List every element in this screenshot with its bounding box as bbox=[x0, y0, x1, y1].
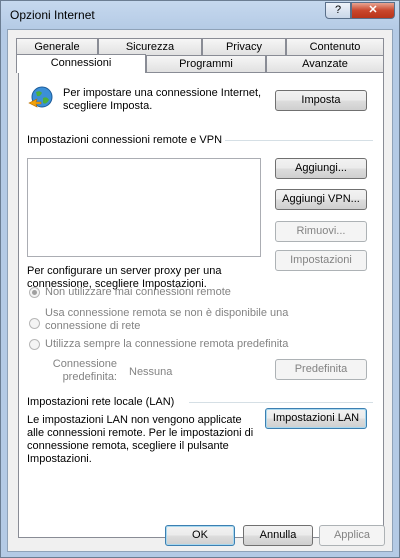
annulla-button[interactable]: Annulla bbox=[243, 525, 313, 546]
radio-dial-when-no-network[interactable] bbox=[29, 318, 40, 329]
dialog-client: Generale Sicurezza Privacy Contenuto Con… bbox=[7, 29, 393, 552]
tab-label: Programmi bbox=[179, 58, 233, 70]
tab-privacy[interactable]: Privacy bbox=[202, 38, 286, 55]
ok-button[interactable]: OK bbox=[165, 525, 235, 546]
radio-always-dial[interactable] bbox=[29, 339, 40, 350]
title-bar[interactable]: Opzioni Internet ? ✕ bbox=[1, 1, 399, 29]
radio-never-dial[interactable] bbox=[29, 287, 40, 298]
close-icon: ✕ bbox=[368, 4, 378, 16]
tab-label: Contenuto bbox=[309, 41, 361, 53]
aggiungi-button[interactable]: Aggiungi... bbox=[275, 158, 367, 179]
impostazioni-lan-button[interactable]: Impostazioni LAN bbox=[265, 408, 367, 429]
setup-description: Per impostare una connessione Internet, … bbox=[63, 87, 262, 112]
tab-sicurezza[interactable]: Sicurezza bbox=[98, 38, 202, 55]
radio-always-dial-label: Utilizza sempre la connessione remota pr… bbox=[45, 338, 289, 350]
lan-group-header: Impostazioni rete locale (LAN) bbox=[27, 396, 175, 408]
tab-panel-connessioni: Per impostare una connessione Internet, … bbox=[18, 72, 384, 538]
aggiungi-vpn-button[interactable]: Aggiungi VPN... bbox=[275, 189, 367, 210]
impostazioni-button[interactable]: Impostazioni bbox=[275, 250, 367, 271]
dialog-window: Opzioni Internet ? ✕ Generale Sicurezza … bbox=[0, 0, 400, 558]
help-icon: ? bbox=[334, 4, 342, 16]
radio-never-dial-label: Non utilizzare mai connessioni remote bbox=[45, 286, 231, 298]
tab-avanzate[interactable]: Avanzate bbox=[266, 55, 384, 72]
tab-label: Privacy bbox=[225, 41, 263, 53]
connections-listbox[interactable] bbox=[27, 158, 261, 257]
close-button[interactable]: ✕ bbox=[351, 2, 395, 19]
tab-label: Connessioni bbox=[50, 57, 112, 69]
default-connection-label: Connessione predefinita: bbox=[52, 358, 117, 383]
rimuovi-button[interactable]: Rimuovi... bbox=[275, 221, 367, 242]
tab-label: Avanzate bbox=[302, 58, 348, 70]
internet-globe-icon bbox=[28, 86, 53, 108]
vpn-group-header: Impostazioni connessioni remote e VPN bbox=[27, 134, 223, 146]
lan-group-rule bbox=[189, 402, 373, 403]
tab-contenuto[interactable]: Contenuto bbox=[286, 38, 384, 55]
tab-connessioni[interactable]: Connessioni bbox=[16, 54, 146, 73]
lan-description: Le impostazioni LAN non vengono applicat… bbox=[27, 414, 254, 465]
tab-programmi[interactable]: Programmi bbox=[146, 55, 266, 72]
tab-generale[interactable]: Generale bbox=[16, 38, 98, 55]
radio-dial-when-no-network-label: Usa connessione remota se non è disponib… bbox=[45, 307, 289, 332]
help-button[interactable]: ? bbox=[325, 2, 351, 19]
window-title: Opzioni Internet bbox=[10, 8, 95, 22]
default-connection-value: Nessuna bbox=[129, 366, 173, 378]
tab-label: Generale bbox=[34, 41, 80, 53]
predefinita-button[interactable]: Predefinita bbox=[275, 359, 367, 380]
tab-label: Sicurezza bbox=[125, 41, 175, 53]
vpn-group-rule bbox=[225, 140, 373, 141]
applica-button[interactable]: Applica bbox=[319, 525, 385, 546]
imposta-button[interactable]: Imposta bbox=[275, 90, 367, 111]
